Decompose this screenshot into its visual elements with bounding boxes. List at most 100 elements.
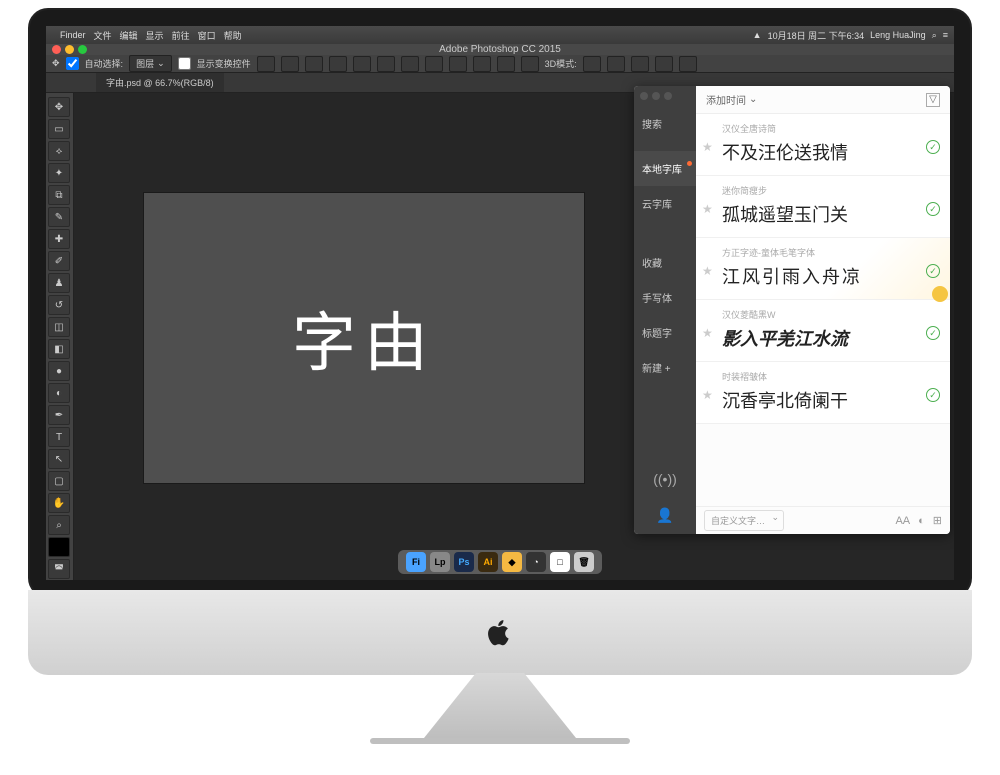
healing-tool[interactable]: ✚ — [48, 229, 70, 249]
distribute-button[interactable] — [473, 56, 491, 72]
close-icon[interactable] — [52, 45, 61, 54]
font-item[interactable]: ★ 汉仪全唐诗简 不及汪伦送我情 ✓ — [696, 114, 950, 176]
font-name-label: 时装褶皱体 — [722, 370, 940, 383]
menubar-app[interactable]: Finder — [60, 30, 86, 40]
dock-sketch-icon[interactable]: ◆ — [502, 552, 522, 572]
sidebar-item-search[interactable]: 搜索 — [634, 106, 696, 141]
eyedropper-tool[interactable]: ✎ — [48, 207, 70, 227]
wand-tool[interactable]: ✦ — [48, 163, 70, 183]
distribute-button[interactable] — [425, 56, 443, 72]
star-icon[interactable]: ★ — [702, 326, 713, 340]
dock-launchpad-icon[interactable]: Lp — [430, 552, 450, 572]
crop-tool[interactable]: ⧉ — [48, 185, 70, 205]
custom-text-dropdown[interactable]: 自定义文字… — [704, 510, 784, 531]
font-item[interactable]: ★ 方正字迹-童体毛笔字体 江风引雨入舟凉 ✓ — [696, 238, 950, 300]
menubar-item[interactable]: 帮助 — [224, 29, 242, 42]
menubar-user[interactable]: Leng HuaJing — [870, 30, 926, 40]
gradient-tool[interactable]: ◧ — [48, 339, 70, 359]
align-button[interactable] — [257, 56, 275, 72]
menubar-item[interactable]: 前往 — [172, 29, 190, 42]
align-button[interactable] — [281, 56, 299, 72]
mode-3d-button[interactable] — [583, 56, 601, 72]
sidebar-item-title-fonts[interactable]: 标题字 — [634, 315, 696, 350]
auto-select-dropdown[interactable]: 图层 ⌄ — [129, 55, 172, 72]
menubar-item[interactable]: 显示 — [146, 29, 164, 42]
auto-select-checkbox[interactable] — [66, 57, 79, 70]
zoom-tool[interactable]: ⌕ — [48, 515, 70, 535]
canvas[interactable]: 字由 — [144, 193, 584, 483]
minimize-icon[interactable] — [652, 92, 660, 100]
filter-icon[interactable]: ▽ — [926, 93, 940, 107]
align-button[interactable] — [329, 56, 347, 72]
sync-icon[interactable]: ((•)) — [634, 461, 696, 497]
distribute-button[interactable] — [449, 56, 467, 72]
distribute-button[interactable] — [521, 56, 539, 72]
brush-tool[interactable]: ✐ — [48, 251, 70, 271]
lasso-tool[interactable]: ⟡ — [48, 141, 70, 161]
mode-3d-button[interactable] — [679, 56, 697, 72]
marquee-tool[interactable]: ▭ — [48, 119, 70, 139]
search-icon[interactable]: ⌕ — [932, 30, 937, 41]
distribute-button[interactable] — [401, 56, 419, 72]
hand-tool[interactable]: ✋ — [48, 493, 70, 513]
minimize-icon[interactable] — [65, 45, 74, 54]
align-button[interactable] — [353, 56, 371, 72]
text-size-icon[interactable]: AA — [895, 515, 910, 527]
stamp-tool[interactable]: ♟ — [48, 273, 70, 293]
panel-main: 添加时间 ⌄ ▽ ★ 汉仪全唐诗简 不及汪伦送我情 ✓ ★ 迷你简瘦步 — [696, 86, 950, 534]
history-brush-tool[interactable]: ↺ — [48, 295, 70, 315]
pen-tool[interactable]: ✒ — [48, 405, 70, 425]
mode-3d-button[interactable] — [631, 56, 649, 72]
show-transform-checkbox[interactable] — [178, 57, 191, 70]
dock-app-icon[interactable]: □ — [550, 552, 570, 572]
font-item[interactable]: ★ 时装褶皱体 沉香亭北倚阑干 ✓ — [696, 362, 950, 424]
sidebar-item-handwriting[interactable]: 手写体 — [634, 280, 696, 315]
star-icon[interactable]: ★ — [702, 388, 713, 402]
sidebar-item-local-fonts[interactable]: 本地字库 — [634, 151, 696, 186]
distribute-button[interactable] — [497, 56, 515, 72]
contrast-icon[interactable]: ◐ — [918, 515, 925, 527]
dock-finder-icon[interactable]: Fi — [406, 552, 426, 572]
quickmask-toggle[interactable]: ◚ — [48, 559, 70, 579]
close-icon[interactable] — [640, 92, 648, 100]
move-tool-icon[interactable]: ✥ — [52, 58, 60, 69]
menubar-item[interactable]: 编辑 — [120, 29, 138, 42]
foreground-color[interactable] — [48, 537, 70, 557]
dock-trash-icon[interactable]: 🗑 — [574, 552, 594, 572]
sidebar-item-favorites[interactable]: 收藏 — [634, 245, 696, 280]
wifi-icon[interactable]: ▲ — [753, 30, 762, 40]
align-button[interactable] — [305, 56, 323, 72]
dock-illustrator-icon[interactable]: Ai — [478, 552, 498, 572]
maximize-icon[interactable] — [78, 45, 87, 54]
shape-tool[interactable]: ▢ — [48, 471, 70, 491]
dodge-tool[interactable]: ◐ — [48, 383, 70, 403]
menu-icon[interactable]: ≡ — [943, 30, 948, 40]
document-tab[interactable]: 字由.psd @ 66.7%(RGB/8) — [96, 73, 224, 92]
maximize-icon[interactable] — [664, 92, 672, 100]
font-list[interactable]: ★ 汉仪全唐诗简 不及汪伦送我情 ✓ ★ 迷你简瘦步 孤城遥望玉门关 ✓ ★ 方… — [696, 114, 950, 506]
font-item[interactable]: ★ 汉仪菱酷黑W 影入平羌江水流 ✓ — [696, 300, 950, 362]
eraser-tool[interactable]: ◫ — [48, 317, 70, 337]
type-tool[interactable]: T — [48, 427, 70, 447]
star-icon[interactable]: ★ — [702, 140, 713, 154]
path-tool[interactable]: ↖ — [48, 449, 70, 469]
sidebar-item-cloud-fonts[interactable]: 云字库 — [634, 186, 696, 221]
sort-dropdown[interactable]: 添加时间 ⌄ — [706, 92, 757, 107]
move-tool[interactable]: ✥ — [48, 97, 70, 117]
star-icon[interactable]: ★ — [702, 264, 713, 278]
menubar-item[interactable]: 文件 — [94, 29, 112, 42]
user-icon[interactable]: 👤 — [634, 497, 696, 534]
menubar-item[interactable]: 窗口 — [198, 29, 216, 42]
mode-3d-button[interactable] — [607, 56, 625, 72]
align-button[interactable] — [377, 56, 395, 72]
grid-icon[interactable]: ⊞ — [933, 514, 942, 527]
font-item[interactable]: ★ 迷你简瘦步 孤城遥望玉门关 ✓ — [696, 176, 950, 238]
font-preview: 影入平羌江水流 — [722, 325, 940, 351]
font-name-label: 汉仪菱酷黑W — [722, 308, 940, 321]
mode-3d-button[interactable] — [655, 56, 673, 72]
star-icon[interactable]: ★ — [702, 202, 713, 216]
dock-app-icon[interactable]: ◔ — [526, 552, 546, 572]
dock-photoshop-icon[interactable]: Ps — [454, 552, 474, 572]
blur-tool[interactable]: ● — [48, 361, 70, 381]
sidebar-item-new[interactable]: 新建 + — [634, 350, 696, 385]
